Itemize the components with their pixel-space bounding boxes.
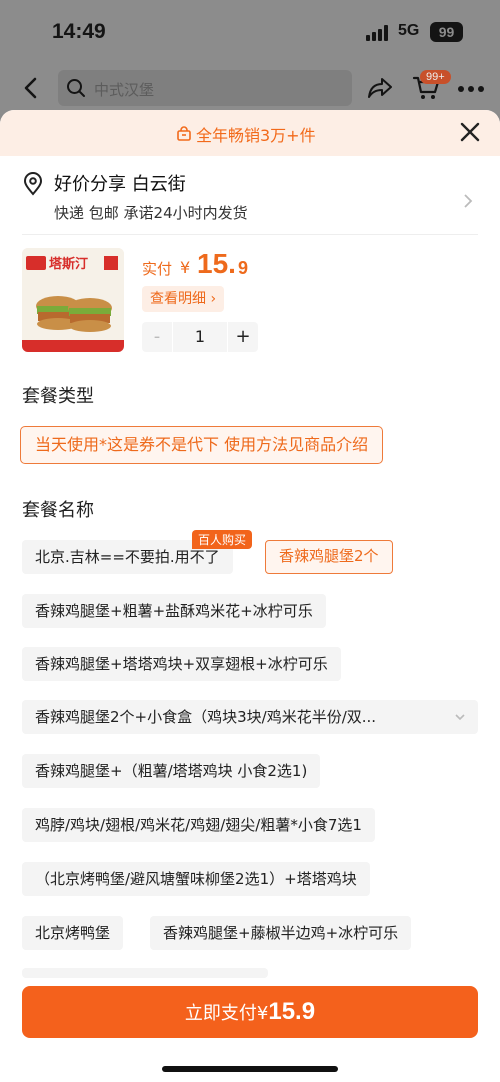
price-currency: ¥ [180,258,191,277]
share-icon[interactable] [366,74,394,102]
pay-now-currency: ¥ [256,1003,269,1024]
address-title: 好价分享 白云街 [54,174,186,195]
burger-image: 塔斯汀 [22,248,124,352]
package-option[interactable]: 香辣鸡腿堡+藤椒半边鸡+冰柠可乐 [150,916,412,950]
home-indicator [162,1066,338,1072]
package-option-partial[interactable] [22,968,268,978]
pay-now-label: 立即支付 [184,1003,257,1024]
close-icon[interactable] [458,120,482,144]
quantity-stepper: - 1 + [142,322,258,352]
package-option[interactable]: 香辣鸡腿堡2个+小食盒（鸡块3块/鸡米花半份/双... [22,700,478,734]
popular-badge: 百人购买 [192,530,253,549]
package-option[interactable]: （北京烤鸭堡/避风塘蟹味柳堡2选1）+塔塔鸡块 [22,862,370,896]
search-input[interactable]: 中式汉堡 [58,70,352,106]
pay-now-amount: 15.9 [268,998,316,1025]
price-decimal: 9 [238,258,249,278]
network-label: 5G [398,22,420,39]
promo-text: 全年畅销3万+件 [176,122,316,146]
chevron-down-icon [455,714,465,721]
package-option[interactable]: 鸡脖/鸡块/翅根/鸡米花/鸡翅/翅尖/粗薯*小食7选1 [22,808,375,842]
location-pin-icon [23,172,43,196]
more-icon[interactable] [458,86,486,94]
cart-badge: 99+ [420,70,451,84]
view-details-button[interactable]: 查看明细 › [142,286,225,312]
promo-banner: 全年畅销3万+件 [0,110,500,156]
package-option[interactable]: 北京烤鸭堡 [22,916,124,950]
increase-button[interactable]: + [228,322,258,352]
pay-now-button[interactable]: 立即支付¥15.9 [22,986,478,1038]
price-integer: 15. [197,248,236,279]
divider [22,234,478,235]
back-arrow-icon[interactable] [18,74,44,102]
package-type-title: 套餐类型 [22,386,94,407]
decrease-button[interactable]: - [142,322,172,352]
product-image[interactable]: 塔斯汀 [22,248,124,352]
status-bar: 14:49 5G 99 [0,0,500,62]
search-icon [67,79,85,97]
signal-icon [366,25,390,41]
search-placeholder: 中式汉堡 [94,81,155,99]
package-option-selected[interactable]: 香辣鸡腿堡2个 [265,540,393,574]
package-option[interactable]: 香辣鸡腿堡+（粗薯/塔塔鸡块 小食2选1) [22,754,321,788]
delivery-info: 快递 包邮 承诺24小时内发货 [54,204,248,222]
page-nav: 中式汉堡 99+ [0,62,500,114]
package-option[interactable]: 香辣鸡腿堡+粗薯+盐酥鸡米花+冰柠可乐 [22,594,326,628]
battery-icon: 99 [430,22,463,42]
pay-label: 实付 [142,260,173,278]
package-type-option[interactable]: 当天使用*这是券不是代下 使用方法见商品介绍 [20,426,384,464]
chevron-right-icon [464,194,473,208]
bag-icon [177,126,191,141]
purchase-sheet: 全年畅销3万+件 好价分享 白云街 快递 包邮 承诺24小时内发货 塔斯汀 实付… [0,110,500,1082]
status-time: 14:49 [52,20,106,43]
quantity-value[interactable]: 1 [173,322,227,352]
package-option-label: 香辣鸡腿堡2个+小食盒（鸡块3块/鸡米花半份/双... [35,708,377,726]
delivery-address[interactable]: 好价分享 白云街 快递 包邮 承诺24小时内发货 [0,164,500,234]
package-option[interactable]: 香辣鸡腿堡+塔塔鸡块+双享翅根+冰柠可乐 [22,647,341,681]
package-name-title: 套餐名称 [22,500,94,521]
promo-label: 全年畅销3万+件 [196,126,316,145]
brand-logo-text: 塔斯汀 [49,256,88,272]
